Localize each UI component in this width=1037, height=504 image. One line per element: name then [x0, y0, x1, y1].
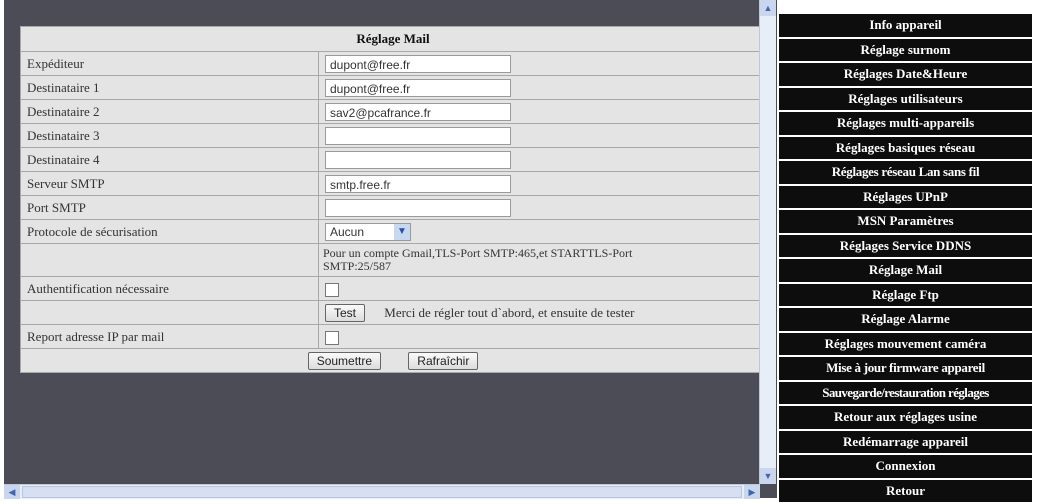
menu-item-mail[interactable]: Réglage Mail [779, 259, 1032, 282]
menu-item-factory-reset[interactable]: Retour aux réglages usine [779, 406, 1032, 429]
recipient4-label: Destinataire 4 [20, 147, 319, 172]
mail-settings-form: Réglage Mail Expéditeur dupont@free.fr D… [20, 26, 766, 373]
scroll-up-icon[interactable]: ▲ [760, 0, 776, 16]
form-row: Serveur SMTP smtp.free.fr [20, 171, 766, 196]
form-row: Test Merci de régler tout d`abord, et en… [20, 300, 766, 325]
form-row: Pour un compte Gmail,TLS-Port SMTP:465,e… [20, 243, 766, 277]
recipient3-label: Destinataire 3 [20, 123, 319, 148]
recipient3-field[interactable] [325, 126, 511, 145]
menu-item-backup-restore[interactable]: Sauvegarde/restauration réglages [779, 381, 1032, 404]
submit-button[interactable]: Soumettre [307, 351, 382, 370]
protocol-value: Aucun [330, 224, 365, 239]
menu-item-datetime[interactable]: Réglages Date&Heure [779, 63, 1032, 86]
scroll-right-icon[interactable]: ▶ [744, 485, 760, 499]
form-row: Destinataire 4 [20, 147, 766, 172]
content-frame: Réglage Mail Expéditeur dupont@free.fr D… [4, 0, 777, 498]
form-row: Destinataire 1 dupont@free.fr [20, 75, 766, 100]
menu-item-msn[interactable]: MSN Paramètres [779, 210, 1032, 233]
menu-item-ftp[interactable]: Réglage Ftp [779, 283, 1032, 306]
menu-item-basic-network[interactable]: Réglages basiques réseau [779, 136, 1032, 159]
smtp-port-field[interactable] [325, 198, 511, 217]
recipient1-label: Destinataire 1 [20, 75, 319, 100]
protocol-note: Pour un compte Gmail,TLS-Port SMTP:465,e… [323, 246, 633, 273]
scroll-down-icon[interactable]: ▼ [760, 468, 776, 484]
horizontal-scrollbar[interactable]: ◀ ▶ [4, 484, 760, 499]
recipient2-label: Destinataire 2 [20, 99, 319, 124]
side-menu: Info appareil Réglage surnom Réglages Da… [779, 14, 1032, 504]
menu-item-alias[interactable]: Réglage surnom [779, 38, 1032, 61]
form-row: Destinataire 3 [20, 123, 766, 148]
protocol-label: Protocole de sécurisation [20, 219, 319, 244]
menu-item-reboot[interactable]: Redémarrage appareil [779, 430, 1032, 453]
menu-item-users[interactable]: Réglages utilisateurs [779, 87, 1032, 110]
menu-item-login[interactable]: Connexion [779, 455, 1032, 478]
menu-item-camera-motion[interactable]: Réglages mouvement caméra [779, 332, 1032, 355]
report-ip-checkbox[interactable] [325, 330, 339, 345]
test-note: Merci de régler tout d`abord, et ensuite… [384, 304, 635, 320]
scroll-thumb[interactable] [22, 486, 742, 498]
form-title: Réglage Mail [20, 26, 766, 52]
vertical-scrollbar[interactable]: ▲ ▼ [759, 0, 776, 484]
recipient2-field[interactable]: sav2@pcafrance.fr [325, 102, 511, 121]
recipient1-field[interactable]: dupont@free.fr [325, 78, 511, 97]
form-row: Authentification nécessaire [20, 276, 766, 301]
protocol-select[interactable]: Aucun ▼ [325, 222, 411, 241]
scroll-left-icon[interactable]: ◀ [4, 485, 20, 499]
form-row: Protocole de sécurisation Aucun ▼ [20, 219, 766, 244]
form-row: Destinataire 2 sav2@pcafrance.fr [20, 99, 766, 124]
menu-item-multi-devices[interactable]: Réglages multi-appareils [779, 112, 1032, 135]
chevron-down-icon[interactable]: ▼ [394, 223, 410, 240]
smtp-port-label: Port SMTP [20, 195, 319, 220]
recipient4-field[interactable] [325, 150, 511, 169]
menu-item-upnp[interactable]: Réglages UPnP [779, 185, 1032, 208]
smtp-server-label: Serveur SMTP [20, 171, 319, 196]
menu-item-wireless-lan[interactable]: Réglages réseau Lan sans fil [779, 161, 1032, 184]
auth-label: Authentification nécessaire [20, 276, 319, 301]
form-row: Expéditeur dupont@free.fr [20, 51, 766, 76]
report-ip-label: Report adresse IP par mail [20, 324, 319, 349]
sender-field[interactable]: dupont@free.fr [325, 54, 511, 73]
menu-item-firmware[interactable]: Mise à jour firmware appareil [779, 357, 1032, 380]
menu-item-alarm[interactable]: Réglage Alarme [779, 308, 1032, 331]
refresh-button[interactable]: Rafraîchir [408, 351, 479, 370]
form-row: Soumettre Rafraîchir [20, 348, 766, 373]
menu-item-back[interactable]: Retour [779, 479, 1032, 502]
sender-label: Expéditeur [20, 51, 319, 76]
menu-item-ddns[interactable]: Réglages Service DDNS [779, 234, 1032, 257]
smtp-server-field[interactable]: smtp.free.fr [325, 174, 511, 193]
test-button[interactable]: Test [325, 303, 366, 322]
auth-checkbox[interactable] [325, 282, 339, 297]
form-row: Report adresse IP par mail [20, 324, 766, 349]
menu-item-info[interactable]: Info appareil [779, 14, 1032, 37]
form-row: Port SMTP [20, 195, 766, 220]
